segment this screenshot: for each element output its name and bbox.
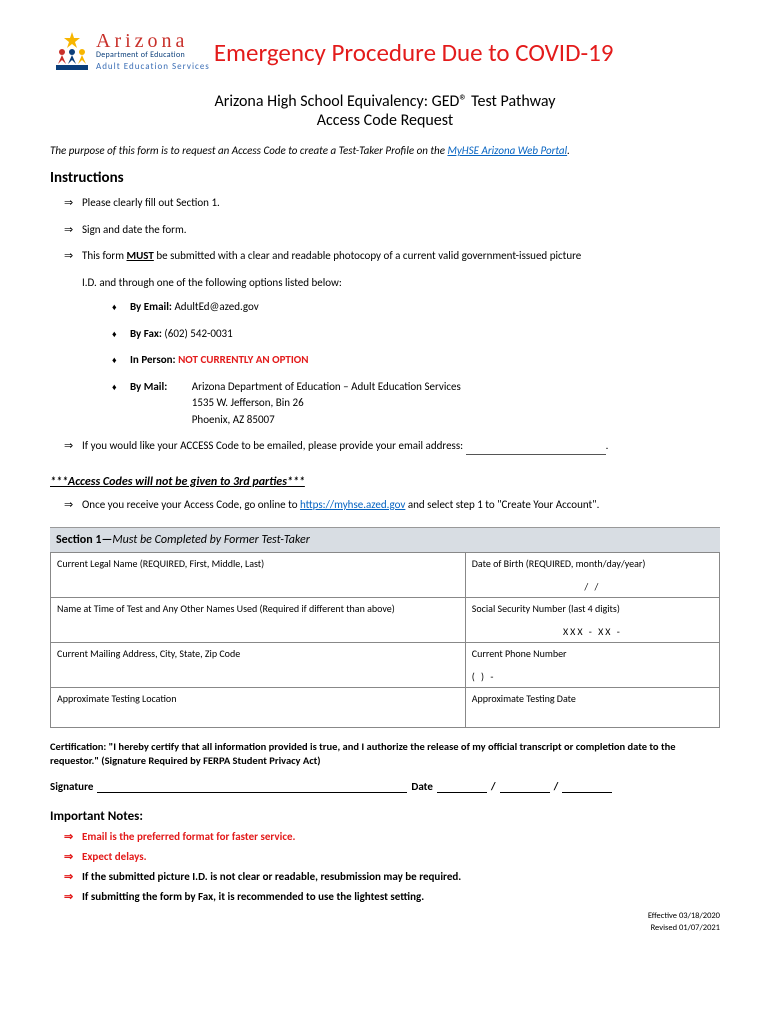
note-text: Expect delays. <box>82 850 147 863</box>
option-label: By Mail: <box>130 380 167 393</box>
purpose-prefix: The purpose of this form is to request a… <box>50 144 447 157</box>
signature-row: Signature Date / / <box>50 780 720 793</box>
option-in-person: In Person: NOT CURRENTLY AN OPTION <box>112 352 720 369</box>
revised-date: Revised 01/07/2021 <box>50 923 720 935</box>
online-suffix: and select step 1 to "Create Your Accoun… <box>405 498 599 511</box>
option-label: By Fax: <box>130 327 162 340</box>
phone-field[interactable]: Current Phone Number ( ) - <box>465 643 719 688</box>
option-mail: By Mail: Arizona Department of Education… <box>112 379 720 429</box>
dob-separators: / / <box>472 570 713 593</box>
must-emphasis: MUST <box>127 249 154 262</box>
phone-separators: ( ) - <box>472 660 713 683</box>
note-item: Email is the preferred format for faster… <box>64 830 720 845</box>
instruction-suffix: . <box>606 439 609 452</box>
ssn-mask: XXX - XX - <box>472 615 713 638</box>
section-1-label: Section 1— <box>56 533 112 547</box>
option-value-disabled: NOT CURRENTLY AN OPTION <box>178 353 308 366</box>
mail-line-2: 1535 W. Jefferson, Bin 26 <box>192 396 304 409</box>
test-location-field[interactable]: Approximate Testing Location <box>51 688 466 728</box>
important-notes-heading: Important Notes: <box>50 809 720 824</box>
instruction-item: Please clearly fill out Section 1. <box>64 195 720 212</box>
field-label: Name at Time of Test and Any Other Names… <box>57 602 395 615</box>
instruction-item: This form MUST be submitted with a clear… <box>64 248 720 428</box>
section-1-desc: Must be Completed by Former Test-Taker <box>112 533 310 547</box>
section-1-form-table: Current Legal Name (REQUIRED, First, Mid… <box>50 552 720 728</box>
option-fax: By Fax: (602) 542-0031 <box>112 326 720 343</box>
instruction-text: This form <box>82 249 127 262</box>
document-title: Arizona High School Equivalency: GED® Te… <box>50 92 720 130</box>
date-label: Date <box>411 780 432 793</box>
field-label: Date of Birth (REQUIRED, month/day/year) <box>472 557 646 570</box>
instruction-text: If you would like your ACCESS Code to be… <box>82 439 466 452</box>
option-value: (602) 542-0031 <box>164 327 232 340</box>
ssn-field[interactable]: Social Security Number (last 4 digits) X… <box>465 598 719 643</box>
effective-date: Effective 03/18/2020 <box>50 911 720 923</box>
header-row: Arizona Department of Education Adult Ed… <box>50 30 720 74</box>
prior-name-field[interactable]: Name at Time of Test and Any Other Names… <box>51 598 466 643</box>
myhse-url-link[interactable]: https://myhse.azed.gov <box>300 498 405 511</box>
third-party-notice: ***Access Codes will not be given to 3rd… <box>50 475 720 489</box>
logo-state: Arizona <box>96 32 210 50</box>
field-label: Current Phone Number <box>472 647 567 660</box>
note-item: If the submitted picture I.D. is not cle… <box>64 870 720 885</box>
note-item: Expect delays. <box>64 850 720 865</box>
instruction-text: I.D. and through one of the following op… <box>82 275 720 292</box>
date-year-field[interactable] <box>562 780 612 793</box>
instruction-item: If you would like your ACCESS Code to be… <box>64 438 720 455</box>
signature-label: Signature <box>50 780 93 793</box>
myhse-portal-link[interactable]: MyHSE Arizona Web Portal <box>447 144 567 157</box>
title-line-1: Arizona High School Equivalency: GED® Te… <box>50 92 720 111</box>
date-month-field[interactable] <box>437 780 487 793</box>
field-label: Current Mailing Address, City, State, Zi… <box>57 647 240 660</box>
test-date-field[interactable]: Approximate Testing Date <box>465 688 719 728</box>
emergency-banner: Emergency Procedure Due to COVID-19 <box>214 37 614 68</box>
footer-dates: Effective 03/18/2020 Revised 01/07/2021 <box>50 911 720 935</box>
submission-options: By Email: AdultEd@azed.gov By Fax: (602)… <box>82 299 720 428</box>
mail-address: Arizona Department of Education – Adult … <box>192 379 461 429</box>
online-steps: Once you receive your Access Code, go on… <box>50 497 720 514</box>
purpose-suffix: . <box>567 144 570 157</box>
online-prefix: Once you receive your Access Code, go on… <box>82 498 300 511</box>
mail-line-3: Phoenix, AZ 85007 <box>192 413 275 426</box>
mail-line-1: Arizona Department of Education – Adult … <box>192 380 461 393</box>
field-label: Social Security Number (last 4 digits) <box>472 602 620 615</box>
instruction-text: be submitted with a clear and readable p… <box>154 249 581 262</box>
instruction-item: Sign and date the form. <box>64 222 720 239</box>
certification-text: Certification: "I hereby certify that al… <box>50 740 720 768</box>
legal-name-field[interactable]: Current Legal Name (REQUIRED, First, Mid… <box>51 553 466 598</box>
email-blank-field[interactable] <box>466 454 606 455</box>
instructions-heading: Instructions <box>50 169 720 187</box>
note-text: Email is the preferred format for faster… <box>82 830 295 843</box>
field-label: Approximate Testing Date <box>472 692 576 705</box>
option-label: In Person: <box>130 353 176 366</box>
date-day-field[interactable] <box>500 780 550 793</box>
note-text: If submitting the form by Fax, it is rec… <box>82 890 424 903</box>
online-step: Once you receive your Access Code, go on… <box>64 497 720 514</box>
important-notes-list: Email is the preferred format for faster… <box>50 830 720 904</box>
field-label: Approximate Testing Location <box>57 692 176 705</box>
note-item: If submitting the form by Fax, it is rec… <box>64 890 720 905</box>
address-field[interactable]: Current Mailing Address, City, State, Zi… <box>51 643 466 688</box>
instructions-list: Please clearly fill out Section 1. Sign … <box>50 195 720 455</box>
section-1-header: Section 1—Must be Completed by Former Te… <box>50 527 720 552</box>
logo-text: Arizona Department of Education Adult Ed… <box>96 32 210 72</box>
logo-dept: Department of Education <box>96 50 210 60</box>
purpose-text: The purpose of this form is to request a… <box>50 144 720 157</box>
logo-program: Adult Education Services <box>96 61 210 72</box>
dob-field[interactable]: Date of Birth (REQUIRED, month/day/year)… <box>465 553 719 598</box>
option-email: By Email: AdultEd@azed.gov <box>112 299 720 316</box>
field-label: Current Legal Name (REQUIRED, First, Mid… <box>57 557 264 570</box>
option-label: By Email: <box>130 300 172 313</box>
title-line-2: Access Code Request <box>50 111 720 130</box>
ade-logo: Arizona Department of Education Adult Ed… <box>50 30 210 74</box>
signature-field[interactable] <box>97 780 407 793</box>
option-value: AdultEd@azed.gov <box>174 300 258 313</box>
ade-logo-icon <box>50 30 94 74</box>
note-text: If the submitted picture I.D. is not cle… <box>82 870 461 883</box>
